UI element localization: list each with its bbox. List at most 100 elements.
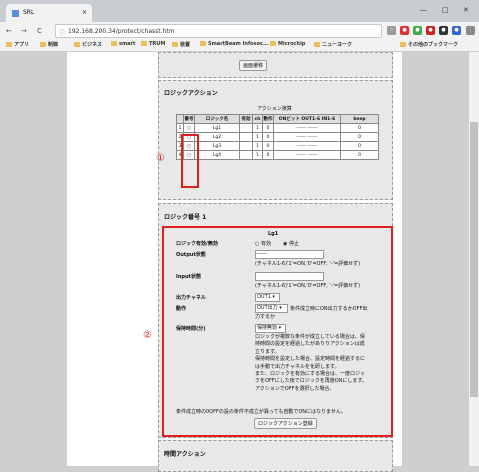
register-logic-action-button[interactable]: ロジックアクション登録 (254, 418, 317, 429)
bookmark-item[interactable]: Microchip (270, 41, 305, 47)
description-line: クをOFFにした後でロジックを再度ONにします。 (255, 378, 367, 385)
tab-title: SRL (23, 9, 35, 16)
maximize-button[interactable]: □ (442, 6, 449, 14)
cell-ch: 1 (252, 132, 263, 142)
enable-radio-on[interactable]: ○ 有効 (255, 240, 271, 247)
annotation-box-1 (181, 134, 199, 188)
bookmark-item[interactable]: ニューヨーク (314, 41, 352, 48)
cell-action: 0 (262, 150, 274, 160)
info-icon[interactable]: ⓘ (59, 28, 65, 37)
extension-icon[interactable]: ● (413, 26, 422, 35)
table-row[interactable]: 2 ○ Lg2 1 0 ------ ------ 0 (176, 132, 379, 142)
back-button[interactable]: ← (6, 27, 12, 35)
input-help: (チャネル1-6)'1'=ON,'0'=OFF, '-'=評価せず) (255, 283, 361, 289)
enable-radio-off[interactable]: ◉ 停止 (283, 240, 299, 247)
menu-icon[interactable]: ⋮ (466, 26, 475, 35)
section-title: 時間アクション (164, 451, 206, 458)
table-caption: アクション演算 (257, 106, 292, 112)
bookmarks-bar: アプリ 制御 ビジネス smart TRUM 装置 SmartBeam Info… (0, 39, 479, 52)
table-row[interactable]: 1 ○ Lg1 1 0 ------ ------ 0 (176, 123, 379, 133)
input-label: Input状態 (176, 274, 201, 280)
tab-close-icon[interactable]: × (82, 9, 87, 16)
reload-button[interactable]: C (37, 27, 42, 35)
scrollbar-thumb[interactable] (470, 122, 478, 397)
browser-tab[interactable]: SRL × (6, 4, 92, 22)
description-line: 保持時間を設定した場合、設定時間を経過するに (255, 356, 366, 363)
cell-enabled (239, 132, 253, 142)
cell-bits: ------ ------ (273, 132, 341, 142)
action-select[interactable]: OUT出力 ▾ (255, 304, 288, 313)
minimize-button[interactable]: — (420, 6, 427, 14)
bookmark-star-icon[interactable]: ☆ (387, 26, 396, 35)
col-header: ch (252, 114, 263, 124)
output-help: (チャネル1-6)'1'=ON,'0'=OFF, '-'=評価せず) (255, 261, 361, 267)
col-header: 動作 (262, 114, 274, 124)
cell-keep: 0 (340, 150, 379, 160)
channel-select[interactable]: OUT1 ▾ (255, 293, 280, 302)
cell-ch: 1 (252, 150, 263, 160)
bookmark-other[interactable]: その他のブックマーク (400, 41, 458, 48)
top-section: 画面遷移 (158, 52, 393, 78)
table-row[interactable]: 3 ○ Lg3 1 0 ------ ------ 0 (176, 141, 379, 151)
description-text: ロジックが複数な条件が成立している場合は、保 持時間の設定を経過したがありりアク… (255, 334, 367, 393)
output-state-input[interactable]: ------ (255, 250, 324, 259)
cell-keep: 0 (340, 123, 379, 133)
bookmark-item[interactable]: SmartBeam Infosoc... (200, 41, 269, 47)
action-label: 動作 (176, 306, 187, 312)
cell-enabled (239, 141, 253, 151)
table-row[interactable]: 4 ○ Lg4 1 0 ------ ------ 0 (176, 150, 379, 160)
url-input[interactable]: ⓘ 192.168.200.34/protect/chasst.htm (55, 24, 382, 38)
cell-enabled (239, 123, 253, 133)
extension-icon[interactable]: ● (400, 26, 409, 35)
annotation-marker-2: ② (143, 330, 152, 341)
cell-action: 0 (262, 141, 274, 151)
cell-name: Lg4 (194, 150, 240, 160)
action-help-2: 力するか (255, 314, 276, 320)
url-text: 192.168.200.34/protect/chasst.htm (68, 28, 175, 35)
cell-name: Lg2 (194, 132, 240, 142)
description-line: 持時間の設定を経過したがありりアクションは成 (255, 341, 365, 348)
extension-icon[interactable]: ● (426, 26, 435, 35)
bookmark-item[interactable]: 制御 (40, 41, 58, 48)
description-line: 条件成立時の0OFFの設の条件不成立が異っても自動でONにはなりません。 (176, 409, 346, 415)
annotation-marker-1: ① (156, 153, 165, 164)
cell-bits: ------ ------ (273, 150, 341, 160)
description-line: アクションでOFFを選択した場合、 (255, 385, 335, 392)
section-title: ロジックアクション (164, 90, 218, 97)
bookmark-apps[interactable]: アプリ (6, 41, 29, 48)
scrollbar[interactable] (469, 52, 479, 466)
cell-bits: ------ ------ (273, 141, 341, 151)
cell-keep: 0 (340, 132, 379, 142)
bookmark-item[interactable]: ビジネス (74, 41, 102, 48)
cell-enabled (239, 150, 253, 160)
logic-name: Lg1 (268, 231, 279, 237)
section-title: ロジック番号 1 (164, 214, 207, 221)
hold-time-select[interactable]: 保持無効 ▾ (255, 324, 286, 333)
bookmark-item[interactable]: TRUM (141, 41, 165, 47)
close-window-button[interactable]: ✕ (463, 6, 469, 14)
logic-action-table: 番号 ロジック名 有効 ch 動作 ONビット OUT1-6 IN1-6 kee… (176, 114, 379, 160)
time-action-section: 時間アクション (158, 440, 393, 472)
input-state-input[interactable] (255, 272, 324, 281)
row-select-radio[interactable]: ○ (183, 123, 195, 133)
cell-name: Lg3 (194, 141, 240, 151)
col-header: 番号 (183, 114, 195, 124)
bookmark-item[interactable]: 装置 (172, 41, 190, 48)
action-help-1: 条件成立時にON出力するかOFF出 (290, 306, 368, 312)
output-label: Output状態 (176, 252, 206, 258)
forward-button[interactable]: → (21, 27, 27, 35)
extension-icon[interactable]: ● (452, 26, 461, 35)
bookmark-item[interactable]: smart (111, 41, 135, 47)
col-header: ロジック名 (194, 114, 240, 124)
enable-label: ロジック有効/無効 (176, 241, 218, 247)
transition-button[interactable]: 画面遷移 (239, 60, 268, 71)
extension-icon[interactable]: ● (439, 26, 448, 35)
favicon-icon (12, 10, 19, 17)
channel-label: 出力チャネル (176, 295, 206, 301)
col-header: 有効 (239, 114, 253, 124)
row-index: 1 (176, 123, 184, 133)
cell-bits: ------ ------ (273, 123, 341, 133)
cell-action: 0 (262, 132, 274, 142)
cell-action: 0 (262, 123, 274, 133)
cell-name: Lg1 (194, 123, 240, 133)
